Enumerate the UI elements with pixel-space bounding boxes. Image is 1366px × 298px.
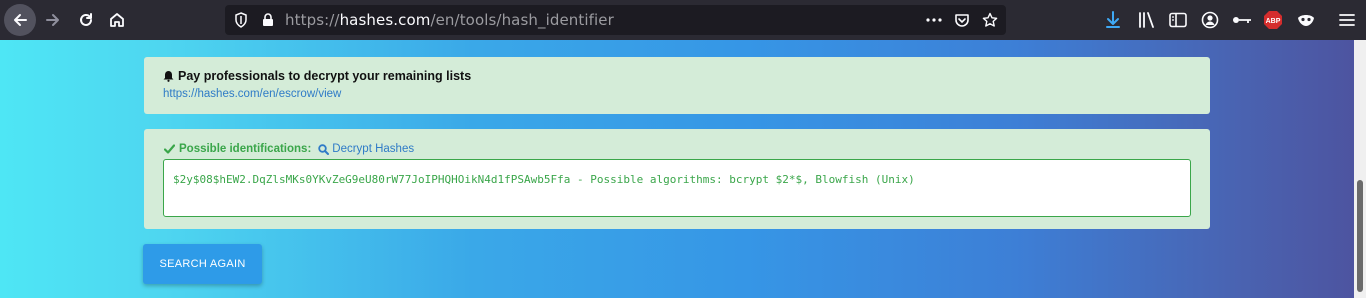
page-content: Pay professionals to decrypt your remain… xyxy=(0,40,1354,298)
pocket-icon[interactable] xyxy=(954,12,970,28)
shield-icon[interactable] xyxy=(233,12,249,28)
escrow-title: Pay professionals to decrypt your remain… xyxy=(163,69,471,83)
reload-button[interactable] xyxy=(70,4,102,36)
decrypt-hashes-label: Decrypt Hashes xyxy=(332,143,415,155)
url-path: /en/tools/hash_identifier xyxy=(430,11,614,29)
hamburger-menu-icon[interactable] xyxy=(1337,10,1357,30)
escrow-notice-card: Pay professionals to decrypt your remain… xyxy=(144,57,1210,114)
back-button[interactable] xyxy=(4,4,36,36)
scrollbar-thumb[interactable] xyxy=(1357,180,1363,292)
decrypt-hashes-link[interactable]: Decrypt Hashes xyxy=(318,143,414,155)
download-icon[interactable] xyxy=(1103,10,1123,30)
search-again-button[interactable]: SEARCH AGAIN xyxy=(143,244,262,284)
reload-icon xyxy=(80,13,92,26)
identification-label: Possible identifications: xyxy=(179,143,312,155)
home-icon xyxy=(110,13,124,27)
url-bar[interactable]: https://hashes.com/en/tools/hash_identif… xyxy=(225,5,1006,35)
bell-icon xyxy=(163,71,174,82)
sidebar-icon[interactable] xyxy=(1168,10,1188,30)
star-icon[interactable] xyxy=(982,12,998,28)
url-scheme: https:// xyxy=(285,11,340,29)
mask-icon[interactable] xyxy=(1296,10,1316,30)
account-icon[interactable] xyxy=(1200,10,1220,30)
arrow-right-icon xyxy=(46,14,59,26)
identification-result-text: $2y$08$hEW2.DqZlsMKs0YKvZeG9eU80rW77JoIP… xyxy=(173,173,915,186)
search-icon xyxy=(318,143,330,155)
escrow-title-text: Pay professionals to decrypt your remain… xyxy=(178,69,472,83)
url-host: hashes.com xyxy=(339,11,431,29)
more-icon[interactable] xyxy=(926,12,942,28)
identification-header: Possible identifications: Decrypt Hashes xyxy=(164,143,414,155)
identification-result-box[interactable]: $2y$08$hEW2.DqZlsMKs0YKvZeG9eU80rW77JoIP… xyxy=(163,159,1191,217)
forward-button[interactable] xyxy=(37,4,69,36)
lock-icon[interactable] xyxy=(260,12,276,28)
check-icon xyxy=(164,144,175,154)
extension-key-icon[interactable] xyxy=(1232,10,1252,30)
browser-toolbar: https://hashes.com/en/tools/hash_identif… xyxy=(0,0,1366,40)
escrow-link[interactable]: https://hashes.com/en/escrow/view xyxy=(163,88,341,100)
abp-label: ABP xyxy=(1266,18,1281,25)
url-text[interactable]: https://hashes.com/en/tools/hash_identif… xyxy=(285,11,614,29)
library-icon[interactable] xyxy=(1137,10,1157,30)
abp-icon[interactable]: ABP xyxy=(1263,10,1283,30)
arrow-left-icon xyxy=(14,14,27,26)
identification-card: Possible identifications: Decrypt Hashes… xyxy=(144,129,1210,229)
home-button[interactable] xyxy=(101,4,133,36)
